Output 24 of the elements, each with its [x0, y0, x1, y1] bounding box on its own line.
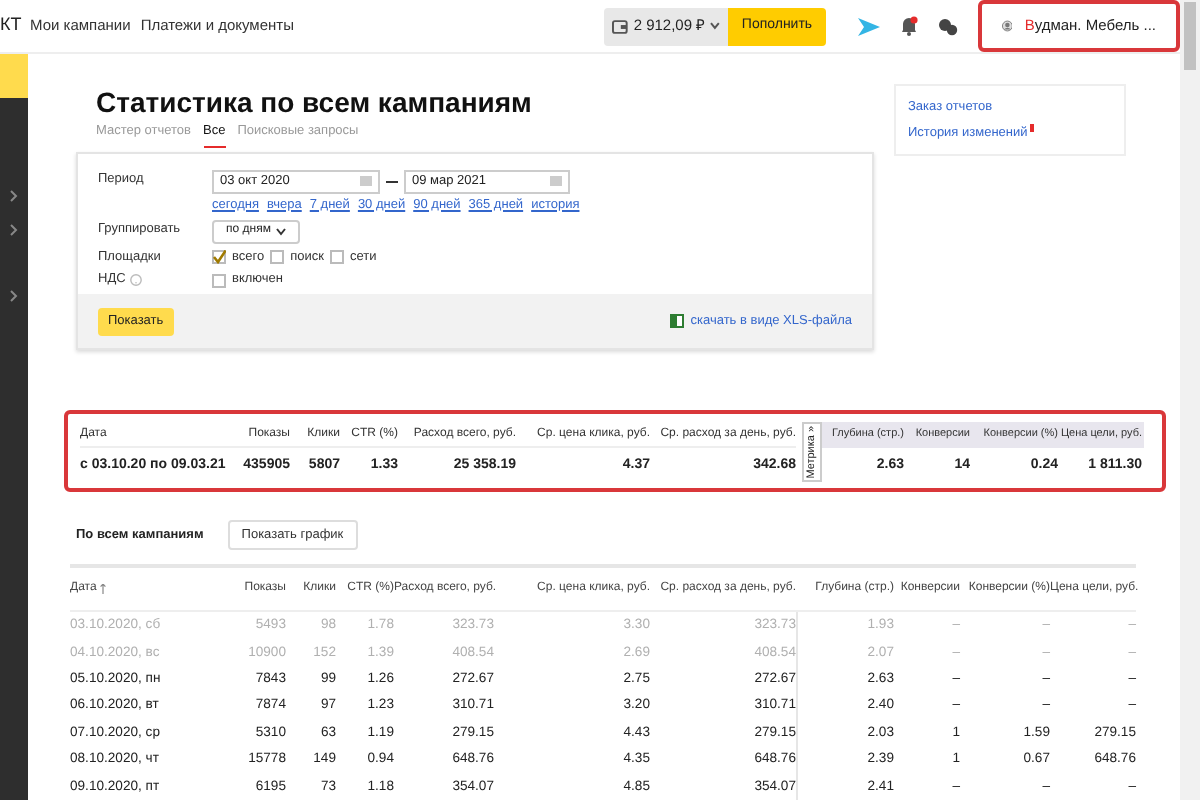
- send-icon[interactable]: [858, 17, 880, 35]
- help-icon[interactable]: [129, 274, 142, 287]
- bell-icon[interactable]: [900, 16, 918, 36]
- sort-arrow-icon[interactable]: [100, 584, 107, 595]
- checkbox[interactable]: [270, 249, 285, 264]
- checkbox[interactable]: [212, 273, 226, 288]
- wallet-icon: [612, 19, 628, 33]
- chevron-down-icon: [276, 227, 287, 235]
- checkbox[interactable]: [212, 249, 226, 264]
- logo[interactable]: КТ: [0, 12, 30, 40]
- chevron-icon[interactable]: [10, 224, 18, 236]
- checkbox[interactable]: [329, 249, 344, 264]
- sidebar-accent: [0, 54, 28, 98]
- chevron-icon[interactable]: [10, 290, 18, 302]
- calendar-icon: [360, 176, 372, 187]
- page-title: Статистика по всем кампаниям: [96, 86, 534, 118]
- scrollbar[interactable]: [1180, 0, 1200, 800]
- spreadsheet-icon: [670, 314, 685, 328]
- calendar-icon: [550, 176, 562, 187]
- avatar-icon: [1002, 14, 1013, 38]
- chevron-icon[interactable]: [10, 190, 18, 202]
- dash-icon: [386, 179, 398, 184]
- chat-icon[interactable]: [938, 17, 958, 35]
- chevron-down-icon: [710, 22, 720, 30]
